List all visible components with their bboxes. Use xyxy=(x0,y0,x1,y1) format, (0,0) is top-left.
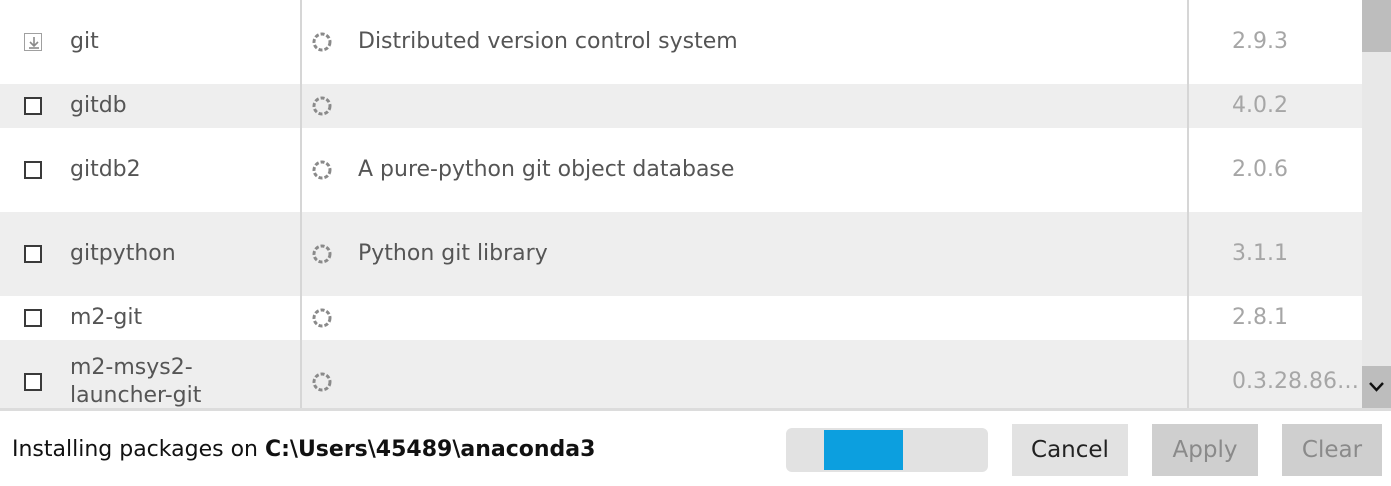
package-version: 2.0.6 xyxy=(1232,157,1288,182)
package-name: gitdb xyxy=(70,93,127,118)
package-name: gitdb2 xyxy=(70,157,141,182)
scrollbar-thumb[interactable] xyxy=(1362,0,1391,52)
table-row[interactable]: m2-git 2.8.1 xyxy=(0,296,1362,340)
package-version: 2.8.1 xyxy=(1232,305,1288,330)
column-divider xyxy=(1187,0,1189,408)
table-row[interactable]: gitdb 4.0.2 xyxy=(0,84,1362,128)
progress-bar-fill xyxy=(824,430,903,470)
package-version: 0.3.28.86… xyxy=(1232,369,1357,394)
status-message: Installing packages on C:\Users\45489\an… xyxy=(12,435,595,465)
package-name: m2-msys2-launcher-git xyxy=(70,355,202,408)
package-name: m2-git xyxy=(70,305,143,330)
package-checkbox[interactable] xyxy=(24,245,42,263)
clear-button[interactable]: Clear xyxy=(1282,424,1382,476)
package-version: 2.9.3 xyxy=(1232,29,1288,54)
package-checkbox[interactable] xyxy=(24,373,42,391)
loading-spinner-icon xyxy=(311,243,333,265)
chevron-down-icon[interactable] xyxy=(1362,366,1391,408)
package-checkbox[interactable] xyxy=(24,161,42,179)
package-description: Python git library xyxy=(358,241,548,266)
column-divider xyxy=(300,0,302,408)
progress-bar xyxy=(786,428,988,472)
table-row[interactable]: m2-msys2-launcher-git 0.3.28.86… xyxy=(0,340,1362,408)
package-checkbox[interactable] xyxy=(24,97,42,115)
status-prefix: Installing packages on xyxy=(12,437,265,462)
package-name: gitpython xyxy=(70,241,176,266)
package-description: A pure-python git object database xyxy=(358,157,735,182)
loading-spinner-icon xyxy=(311,307,333,329)
loading-spinner-icon xyxy=(311,95,333,117)
cancel-button[interactable]: Cancel xyxy=(1012,424,1128,476)
table-row[interactable]: gitpython Python git library 3.1.1 xyxy=(0,212,1362,296)
table-row[interactable]: gitdb2 A pure-python git object database… xyxy=(0,128,1362,212)
package-version: 4.0.2 xyxy=(1232,93,1288,118)
footer-divider xyxy=(0,408,1391,411)
package-version: 3.1.1 xyxy=(1232,241,1288,266)
loading-spinner-icon xyxy=(311,371,333,393)
package-name: git xyxy=(70,29,99,54)
apply-button[interactable]: Apply xyxy=(1152,424,1258,476)
vertical-scrollbar[interactable] xyxy=(1362,0,1391,408)
loading-spinner-icon xyxy=(311,31,333,53)
table-row[interactable]: git Distributed version control system 2… xyxy=(0,0,1362,84)
packages-table: git Distributed version control system 2… xyxy=(0,0,1362,408)
environment-path: C:\Users\45489\anaconda3 xyxy=(264,437,596,462)
package-description: Distributed version control system xyxy=(358,29,738,54)
package-checkbox[interactable] xyxy=(24,309,42,327)
loading-spinner-icon xyxy=(311,159,333,181)
installed-checkbox-icon[interactable] xyxy=(24,33,42,51)
